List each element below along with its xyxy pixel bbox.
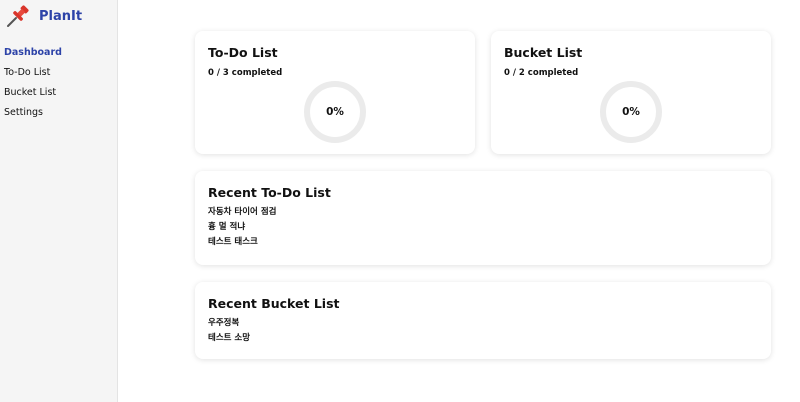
pushpin-icon bbox=[7, 5, 29, 27]
todo-card-title: To-Do List bbox=[208, 45, 278, 60]
list-item[interactable]: 테스트 태스크 bbox=[208, 235, 276, 250]
sidebar-item-dashboard[interactable]: Dashboard bbox=[4, 46, 62, 66]
sidebar-item-bucket-list[interactable]: Bucket List bbox=[4, 86, 62, 106]
bucket-card-title: Bucket List bbox=[504, 45, 583, 60]
recent-todo-list: 자동차 타이어 점검 흉 멀 적냐 테스트 태스크 bbox=[208, 205, 276, 250]
todo-summary-card: To-Do List 0 / 3 completed 0% bbox=[195, 31, 475, 154]
bucket-progress-label: 0% bbox=[622, 106, 640, 118]
app-name: PlanIt bbox=[39, 8, 83, 24]
recent-bucket-card: Recent Bucket List 우주정복 테스트 소망 bbox=[195, 282, 771, 359]
sidebar: PlanIt Dashboard To-Do List Bucket List … bbox=[0, 0, 118, 402]
brand[interactable]: PlanIt bbox=[5, 3, 82, 29]
sidebar-item-settings[interactable]: Settings bbox=[4, 106, 62, 126]
recent-todo-card: Recent To-Do List 자동차 타이어 점검 흉 멀 적냐 테스트 … bbox=[195, 171, 771, 265]
bucket-summary-card: Bucket List 0 / 2 completed 0% bbox=[491, 31, 771, 154]
bucket-completed-count: 0 / 2 completed bbox=[504, 68, 579, 78]
list-item[interactable]: 자동차 타이어 점검 bbox=[208, 205, 276, 220]
bucket-progress-ring: 0% bbox=[600, 81, 662, 143]
sidebar-nav: Dashboard To-Do List Bucket List Setting… bbox=[4, 46, 62, 126]
list-item[interactable]: 우주정복 bbox=[208, 316, 250, 331]
recent-bucket-list: 우주정복 테스트 소망 bbox=[208, 316, 250, 346]
todo-progress-ring: 0% bbox=[304, 81, 366, 143]
recent-bucket-title: Recent Bucket List bbox=[208, 296, 340, 311]
list-item[interactable]: 테스트 소망 bbox=[208, 331, 250, 346]
recent-todo-title: Recent To-Do List bbox=[208, 185, 331, 200]
todo-progress-label: 0% bbox=[326, 106, 344, 118]
list-item[interactable]: 흉 멀 적냐 bbox=[208, 220, 276, 235]
sidebar-item-todo-list[interactable]: To-Do List bbox=[4, 66, 62, 86]
todo-completed-count: 0 / 3 completed bbox=[208, 68, 283, 78]
